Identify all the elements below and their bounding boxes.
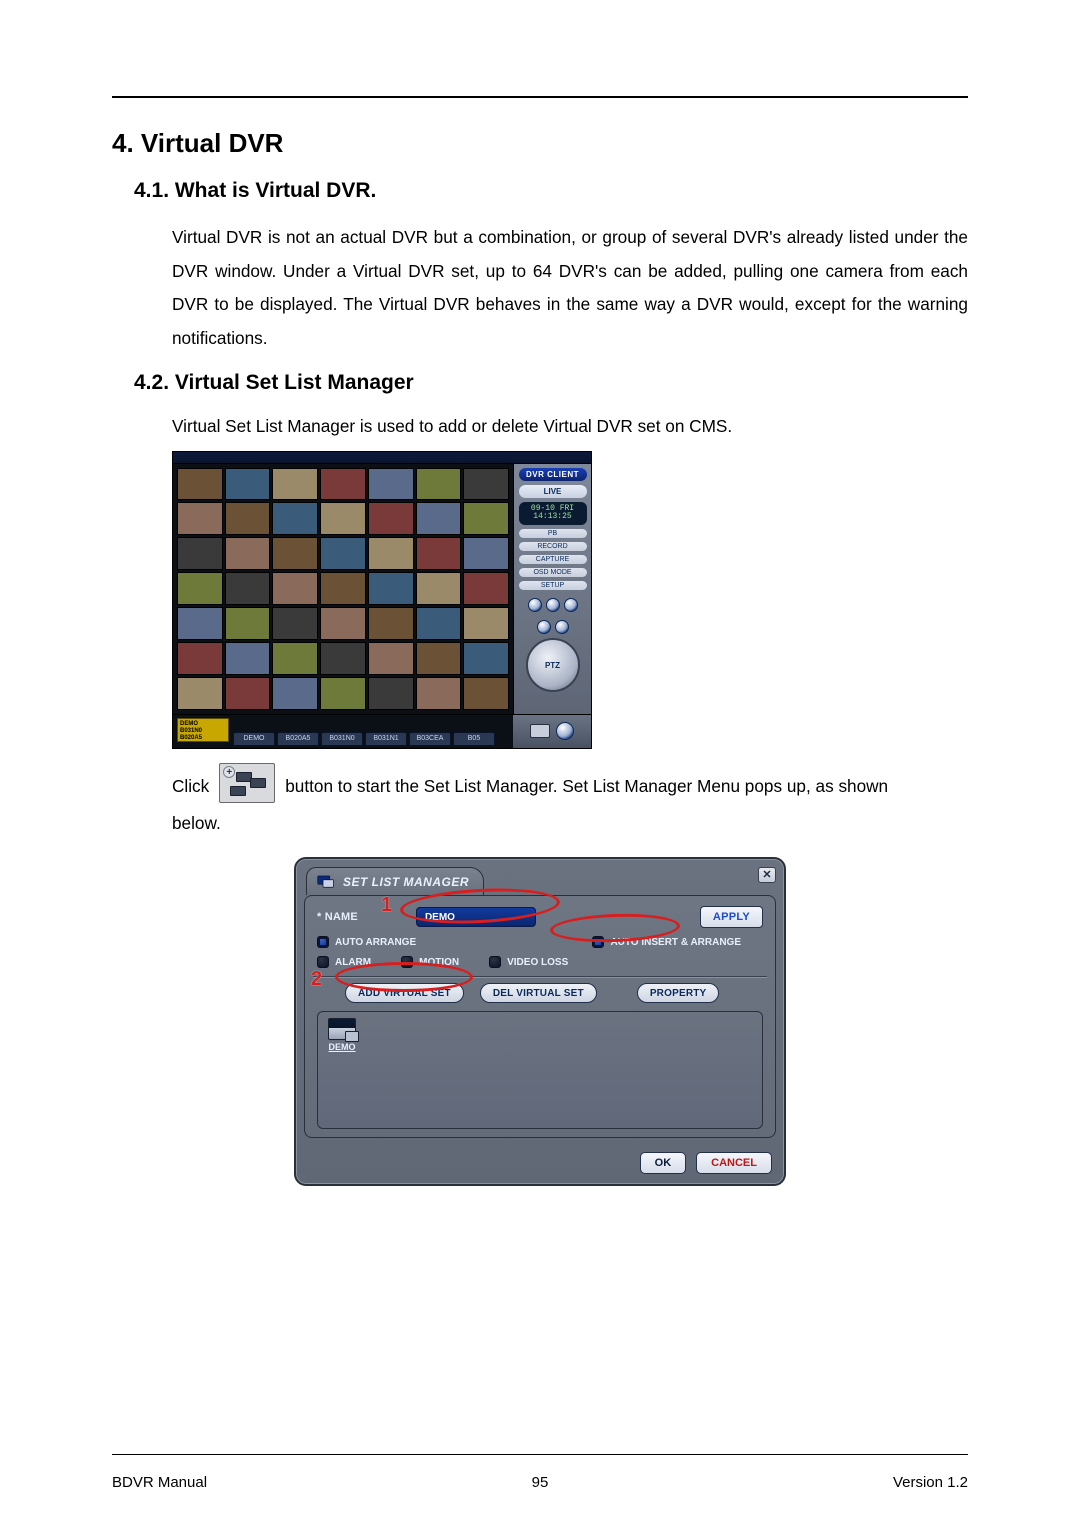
annotation-marker-1: 1 xyxy=(381,894,392,917)
cms-brand: DVR CLIENT xyxy=(519,468,587,481)
cms-tab[interactable]: B03CEA xyxy=(409,732,451,746)
apply-button[interactable]: APPLY xyxy=(700,906,763,928)
close-button[interactable]: ✕ xyxy=(758,867,776,883)
cms-camera-grid xyxy=(173,464,513,714)
auto-arrange-label: AUTO ARRANGE xyxy=(335,937,416,948)
cms-health-line: B031N0 xyxy=(180,728,226,735)
annotation-marker-2: 2 xyxy=(311,968,322,991)
power-icon[interactable] xyxy=(556,722,574,740)
name-input[interactable]: DEMO xyxy=(416,907,536,927)
nav-dot-icon[interactable] xyxy=(555,620,569,634)
bottom-rule xyxy=(112,1454,968,1455)
motion-checkbox[interactable] xyxy=(401,956,413,968)
cms-time: 14:13:25 xyxy=(519,513,587,522)
ok-button[interactable]: OK xyxy=(640,1152,687,1174)
cms-pb-button[interactable]: PB xyxy=(519,529,587,538)
dialog-title-tab: SET LIST MANAGER xyxy=(306,867,484,895)
video-loss-label: VIDEO LOSS xyxy=(507,957,568,968)
layout-icon[interactable] xyxy=(530,724,550,738)
cms-health-badge: DEMO B031N0 B020A5 xyxy=(177,718,229,742)
cms-clock: 09-10 FRI 14:13:25 xyxy=(519,502,587,526)
cms-tab[interactable]: B031N1 xyxy=(365,732,407,746)
cms-right-bottom xyxy=(513,714,591,748)
click-text-pre: Click xyxy=(172,770,209,803)
cms-health-line: B020A5 xyxy=(180,735,226,742)
virtual-set-item[interactable]: DEMO xyxy=(324,1018,360,1052)
cancel-button[interactable]: CANCEL xyxy=(696,1152,772,1174)
nav-dot-icon[interactable] xyxy=(528,598,542,612)
plus-icon: + xyxy=(223,766,235,778)
virtual-set-list: DEMO xyxy=(317,1011,763,1129)
auto-insert-checkbox[interactable] xyxy=(592,936,604,948)
cms-dvr-tabs: DEMO B020A5 B031N0 B031N1 B03CEA B05 xyxy=(233,732,509,746)
nav-dot-icon[interactable] xyxy=(546,598,560,612)
page-footer: BDVR Manual 95 Version 1.2 xyxy=(112,1474,968,1491)
property-button[interactable]: PROPERTY xyxy=(637,983,720,1003)
cms-tab[interactable]: B031N0 xyxy=(321,732,363,746)
click-text-post: button to start the Set List Manager. Se… xyxy=(285,770,968,803)
cms-tab[interactable]: DEMO xyxy=(233,732,275,746)
cms-nav-row2 xyxy=(537,620,569,634)
virtual-set-icon xyxy=(328,1018,356,1040)
subsection-heading-41: 4.1. What is Virtual DVR. xyxy=(134,179,968,203)
cms-nav-row1 xyxy=(528,598,578,612)
cms-screenshot: DVR CLIENT LIVE 09-10 FRI 14:13:25 PB RE… xyxy=(172,451,968,749)
auto-arrange-checkbox[interactable] xyxy=(317,936,329,948)
set-list-manager-icon[interactable]: + xyxy=(219,763,275,803)
name-label: * NAME xyxy=(317,911,358,923)
click-text-below: below. xyxy=(172,807,968,840)
video-loss-checkbox[interactable] xyxy=(489,956,501,968)
cms-record-button[interactable]: RECORD xyxy=(519,542,587,551)
cms-osd-button[interactable]: OSD MODE xyxy=(519,568,587,577)
dialog-title: SET LIST MANAGER xyxy=(343,875,469,889)
cms-health-line: DEMO xyxy=(180,721,226,728)
subsection-heading-42: 4.2. Virtual Set List Manager xyxy=(134,371,968,395)
separator xyxy=(313,976,767,977)
virtual-set-caption: DEMO xyxy=(329,1042,356,1052)
paragraph-what-is: Virtual DVR is not an actual DVR but a c… xyxy=(172,221,968,355)
section-heading: 4. Virtual DVR xyxy=(112,128,968,159)
cms-tab[interactable]: B020A5 xyxy=(277,732,319,746)
auto-insert-label: AUTO INSERT & ARRANGE xyxy=(610,937,741,948)
cms-side-panel: DVR CLIENT LIVE 09-10 FRI 14:13:25 PB RE… xyxy=(513,464,591,714)
del-virtual-set-button[interactable]: DEL VIRTUAL SET xyxy=(480,983,597,1003)
motion-label: MOTION xyxy=(419,957,459,968)
nav-dot-icon[interactable] xyxy=(564,598,578,612)
cms-capture-button[interactable]: CAPTURE xyxy=(519,555,587,564)
cms-thumbs xyxy=(177,468,509,710)
footer-page-number: 95 xyxy=(112,1474,968,1491)
nav-dot-icon[interactable] xyxy=(537,620,551,634)
add-virtual-set-button[interactable]: ADD VIRTUAL SET xyxy=(345,983,464,1003)
monitor-icon xyxy=(317,875,335,889)
cms-setup-button[interactable]: SETUP xyxy=(519,581,587,590)
top-rule xyxy=(112,96,968,98)
cms-titlebar xyxy=(173,452,591,464)
alarm-checkbox[interactable] xyxy=(317,956,329,968)
cms-ptz-control[interactable]: PTZ xyxy=(526,638,580,692)
set-list-manager-dialog: SET LIST MANAGER ✕ 1 2 * NAME DEMO APPLY xyxy=(294,857,786,1186)
alarm-label: ALARM xyxy=(335,957,371,968)
cms-bottom-bar: DEMO B031N0 B020A5 DEMO B020A5 B031N0 B0… xyxy=(173,714,513,748)
cms-live-button[interactable]: LIVE xyxy=(519,485,587,498)
cms-tab[interactable]: B05 xyxy=(453,732,495,746)
paragraph-vslm: Virtual Set List Manager is used to add … xyxy=(172,413,968,441)
